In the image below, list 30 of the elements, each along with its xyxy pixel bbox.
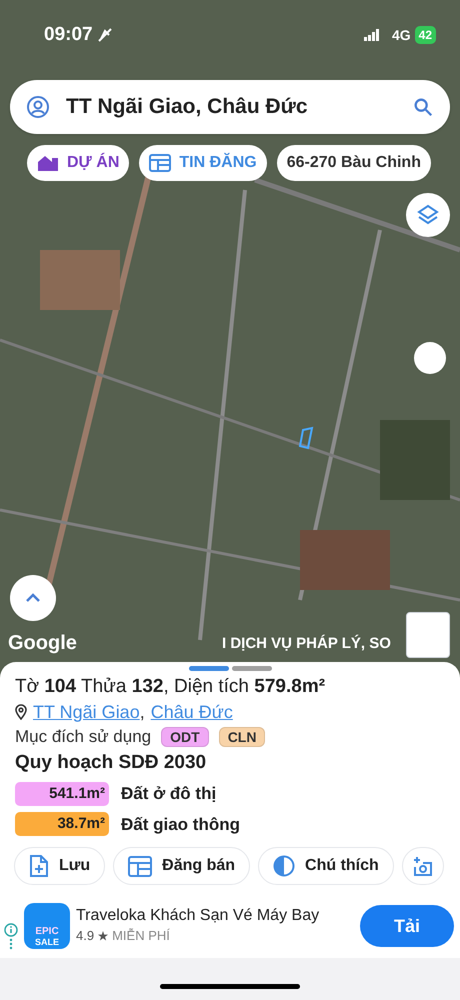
download-button[interactable]: Tải: [360, 905, 454, 947]
ad-rating: 4.9: [76, 927, 94, 946]
usage-label: Mục đích sử dụng: [15, 726, 152, 748]
plan-title: Quy hoạch SDĐ 2030: [15, 751, 208, 775]
action-button[interactable]: Lưu: [14, 847, 106, 885]
comma-separator: ,: [140, 701, 145, 724]
location-link[interactable]: Châu Đức: [150, 700, 233, 724]
action-button[interactable]: Đăng bán: [113, 847, 250, 885]
chip-button[interactable]: DỰ ÁN: [27, 145, 130, 181]
land-type-label: Đất ở đô thị: [121, 783, 216, 805]
action-button[interactable]: Chú thích: [258, 847, 394, 885]
location-link[interactable]: TT Ngãi Giao: [33, 700, 140, 724]
ad-title: Traveloka Khách Sạn Vé Máy Bay: [76, 906, 320, 926]
google-attribution: Google: [8, 631, 77, 656]
search-field[interactable]: TT Ngãi Giao, Châu Đức: [10, 80, 450, 134]
usage-tag: CLN: [218, 727, 266, 747]
chip-button[interactable]: TIN ĐĂNG: [139, 145, 267, 181]
land-type-label: Đất giao thông: [121, 814, 240, 836]
battery-level: 42: [414, 26, 436, 44]
icon-label: EPIC: [35, 927, 59, 937]
ad-price: MIỄN PHÍ: [112, 927, 170, 946]
map-banner-text: I DỊCH VỤ PHÁP LÝ, SO: [222, 634, 391, 654]
usage-tag: ODT: [161, 727, 209, 747]
icon-label: SALE: [34, 937, 59, 947]
parcel-title: Tờ 104 Thửa 132, Diện tích 579.8m²: [15, 675, 326, 699]
chip-button[interactable]: 66-270 Bàu Chinh: [276, 145, 431, 181]
area-bar: 541.1m²: [15, 782, 109, 806]
area-bar: 38.7m²: [15, 812, 109, 836]
network-type: 4G: [392, 26, 411, 44]
status-time: 09:07: [44, 22, 93, 47]
